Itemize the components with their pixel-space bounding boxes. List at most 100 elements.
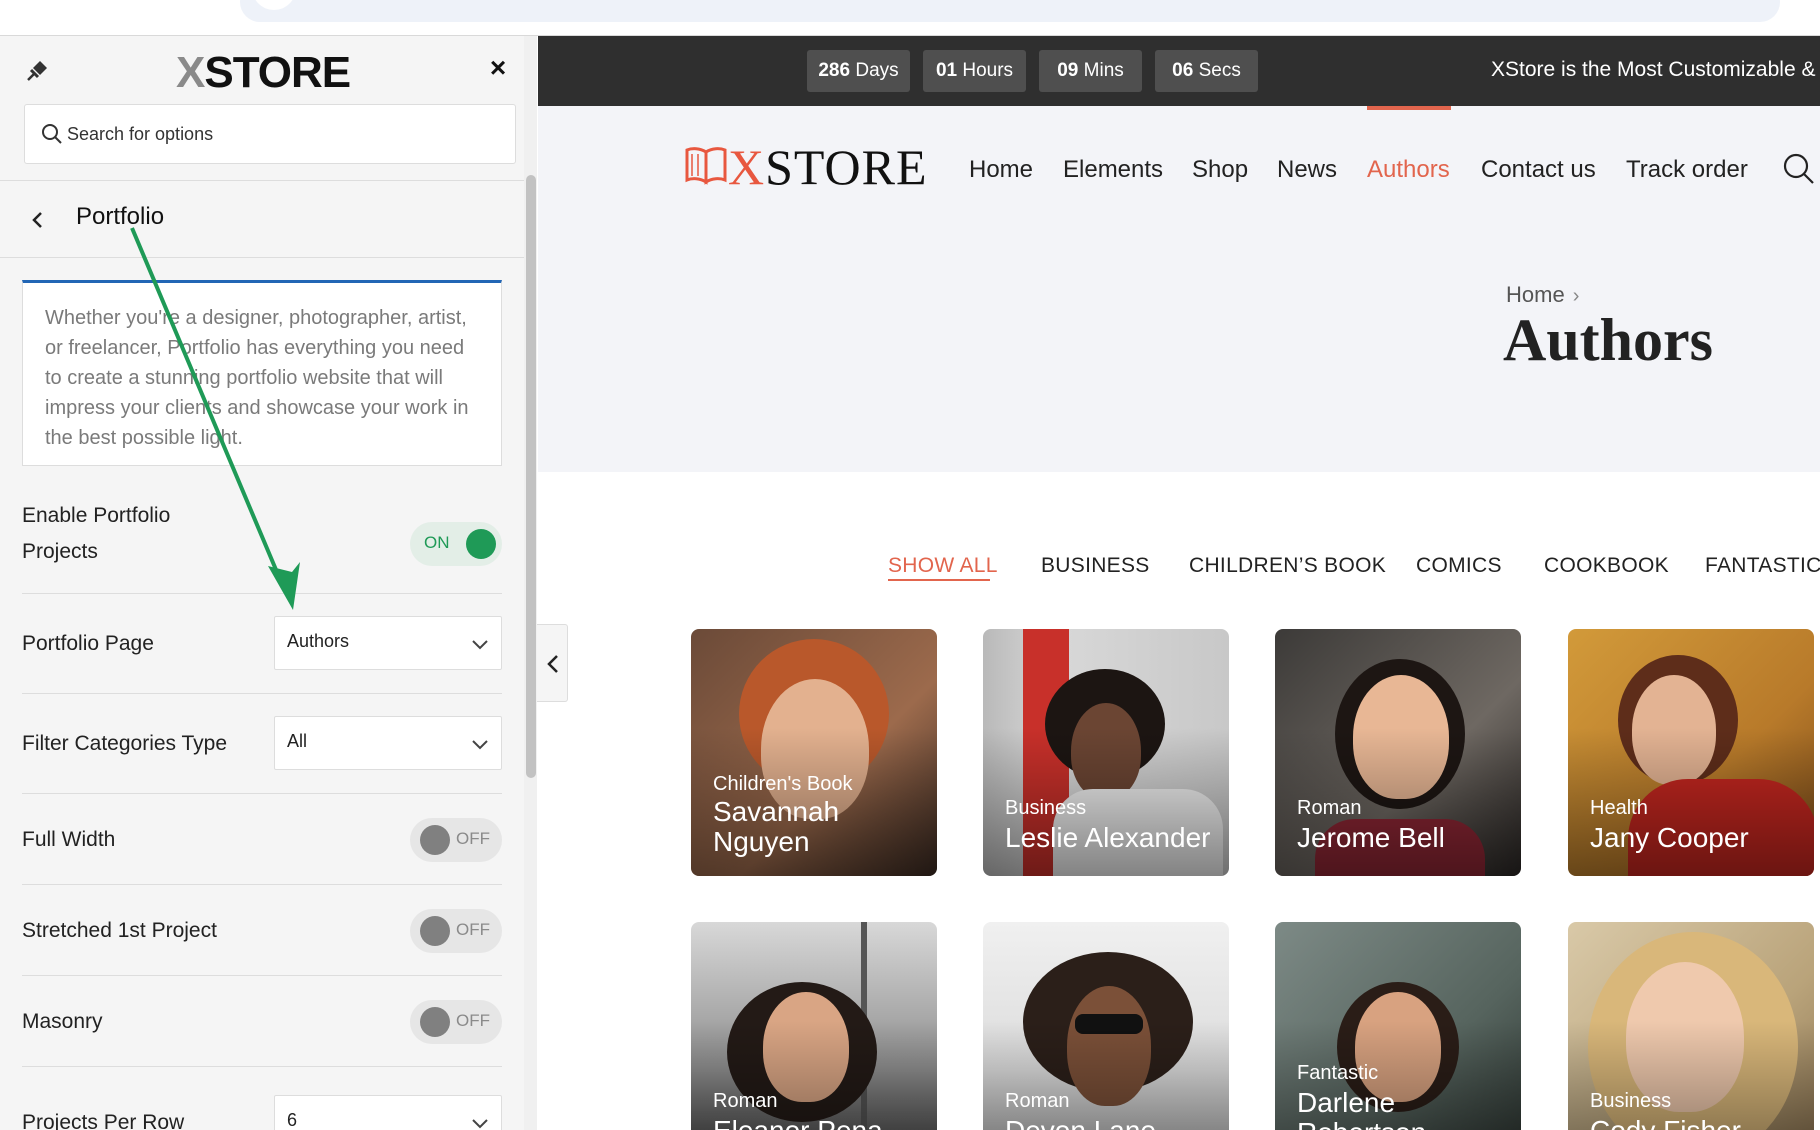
author-card[interactable]: Business Leslie Alexander [983, 629, 1229, 876]
portfolio-page-select[interactable]: Authors [274, 616, 502, 670]
address-bar[interactable] [240, 0, 1780, 22]
filter-type-select[interactable]: All [274, 716, 502, 770]
page-title: Authors [1502, 307, 1714, 373]
section-title: Portfolio [76, 203, 165, 230]
enable-portfolio-label-2: Projects [22, 540, 98, 563]
filter-fantastic[interactable]: FANTASTIC [1705, 554, 1820, 578]
portfolio-page-row: Portfolio Page Authors [22, 594, 502, 694]
search-field[interactable] [24, 104, 516, 164]
stretched-row: Stretched 1st Project OFF [22, 885, 502, 976]
filter-type-label: Filter Categories Type [22, 732, 228, 755]
per-row-select[interactable]: 6 [274, 1095, 502, 1130]
chevron-left-icon [547, 655, 558, 673]
nav-contact[interactable]: Contact us [1481, 156, 1596, 184]
back-chevron-icon[interactable] [26, 205, 50, 235]
toggle-knob [466, 529, 496, 559]
sidebar-brand-logo: XSTORE [176, 48, 351, 97]
masonry-row: Masonry OFF [22, 976, 502, 1067]
pin-icon[interactable] [24, 58, 50, 84]
sidebar-scrollbar-thumb[interactable] [526, 175, 536, 778]
enable-portfolio-row: Enable Portfolio Projects ON [22, 486, 502, 594]
site-logo-wordmark: XSTORE [728, 139, 928, 195]
author-card[interactable]: Roman Jerome Bell [1275, 629, 1521, 876]
per-row-label: Projects Per Row [22, 1111, 185, 1130]
author-card[interactable]: Business Cody Fisher [1568, 922, 1814, 1130]
browser-top-strip [0, 0, 1820, 36]
collapse-sidebar-button[interactable] [537, 624, 568, 702]
sidebar-header: XSTORE × [0, 36, 536, 180]
author-card[interactable]: Health Jany Cooper [1568, 629, 1814, 876]
section-description: Whether you're a designer, photographer,… [22, 280, 502, 466]
card-category: Business [1005, 797, 1087, 819]
toggle-knob [420, 916, 450, 946]
countdown-hours: 01 Hours [923, 50, 1026, 92]
nav-news[interactable]: News [1277, 156, 1337, 184]
site-preview: 286 Days 01 Hours 09 Mins 06 Secs XStore… [538, 36, 1820, 1130]
card-author-name: Eleanor Pena [713, 1116, 933, 1130]
full-width-toggle[interactable]: OFF [410, 818, 502, 862]
nav-track-order[interactable]: Track order [1626, 156, 1748, 184]
card-category: Business [1590, 1090, 1672, 1112]
active-nav-indicator [1367, 106, 1451, 110]
chevron-down-icon [472, 740, 488, 750]
filter-childrens-book[interactable]: CHILDREN’S BOOK [1189, 554, 1386, 578]
card-author-name: Devon Lane [1005, 1116, 1225, 1130]
nav-home[interactable]: Home [969, 156, 1033, 184]
breadcrumb-home[interactable]: Home [1506, 282, 1565, 307]
author-card[interactable]: Children's Book Savannah Nguyen [691, 629, 937, 876]
masonry-label: Masonry [22, 1010, 103, 1033]
card-author-name: Jerome Bell [1297, 822, 1445, 853]
filter-business[interactable]: BUSINESS [1041, 554, 1150, 578]
filter-type-row: Filter Categories Type All [22, 694, 502, 794]
enable-portfolio-label-1: Enable Portfolio [22, 504, 171, 527]
countdown-bar: 286 Days 01 Hours 09 Mins 06 Secs XStore… [538, 36, 1820, 106]
card-category: Fantastic [1297, 1062, 1379, 1084]
portfolio-page-label: Portfolio Page [22, 632, 154, 655]
breadcrumb: Home › [1506, 282, 1579, 308]
chevron-down-icon [472, 1119, 488, 1129]
masonry-toggle[interactable]: OFF [410, 1000, 502, 1044]
section-header: Portfolio [0, 180, 524, 258]
card-category: Health [1590, 797, 1648, 819]
author-card[interactable]: Roman Eleanor Pena [691, 922, 937, 1130]
book-icon [685, 147, 727, 185]
countdown-mins: 09 Mins [1039, 50, 1142, 92]
countdown-days: 286 Days [807, 50, 910, 92]
card-author-name: Jany Cooper [1590, 822, 1749, 853]
card-category: Roman [1297, 797, 1362, 819]
customizer-sidebar: XSTORE × Portfolio Whether you're a desi… [0, 36, 537, 1130]
card-author-name: Leslie Alexander [1005, 822, 1211, 853]
per-row-row: Projects Per Row 6 [22, 1067, 502, 1130]
filter-show-all[interactable]: SHOW ALL [888, 554, 998, 578]
chevron-right-icon: › [1572, 285, 1580, 307]
filter-comics[interactable]: COMICS [1416, 554, 1502, 578]
enable-portfolio-toggle[interactable]: ON [410, 522, 502, 566]
chevron-down-icon [472, 640, 488, 650]
site-logo[interactable]: XSTORE [684, 138, 934, 198]
card-author-name: Savannah Nguyen [713, 796, 840, 857]
filter-cookbook[interactable]: COOKBOOK [1544, 554, 1669, 578]
search-icon [42, 124, 62, 144]
toggle-knob [420, 1007, 450, 1037]
card-author-name: Cody Fisher [1590, 1116, 1810, 1130]
card-category: Children's Book [713, 773, 853, 795]
nav-elements[interactable]: Elements [1063, 156, 1163, 184]
stretched-toggle[interactable]: OFF [410, 909, 502, 953]
full-width-label: Full Width [22, 828, 116, 851]
nav-shop[interactable]: Shop [1192, 156, 1248, 184]
card-category: Roman [713, 1090, 778, 1112]
author-card[interactable]: Fantastic Darlene Robertson [1275, 922, 1521, 1130]
card-category: Roman [1005, 1090, 1070, 1112]
search-input[interactable] [67, 119, 497, 149]
countdown-secs: 06 Secs [1155, 50, 1258, 92]
stretched-label: Stretched 1st Project [22, 919, 217, 942]
search-icon[interactable] [1782, 152, 1816, 186]
toggle-knob [420, 825, 450, 855]
header-hero: XSTORE Home Elements Shop News Authors C… [538, 106, 1820, 472]
close-icon[interactable]: × [484, 54, 512, 82]
nav-authors[interactable]: Authors [1367, 156, 1450, 184]
author-card[interactable]: Roman Devon Lane [983, 922, 1229, 1130]
full-width-row: Full Width OFF [22, 794, 502, 885]
card-author-name: Darlene Robertson [1297, 1087, 1426, 1130]
filter-active-underline [888, 579, 990, 581]
